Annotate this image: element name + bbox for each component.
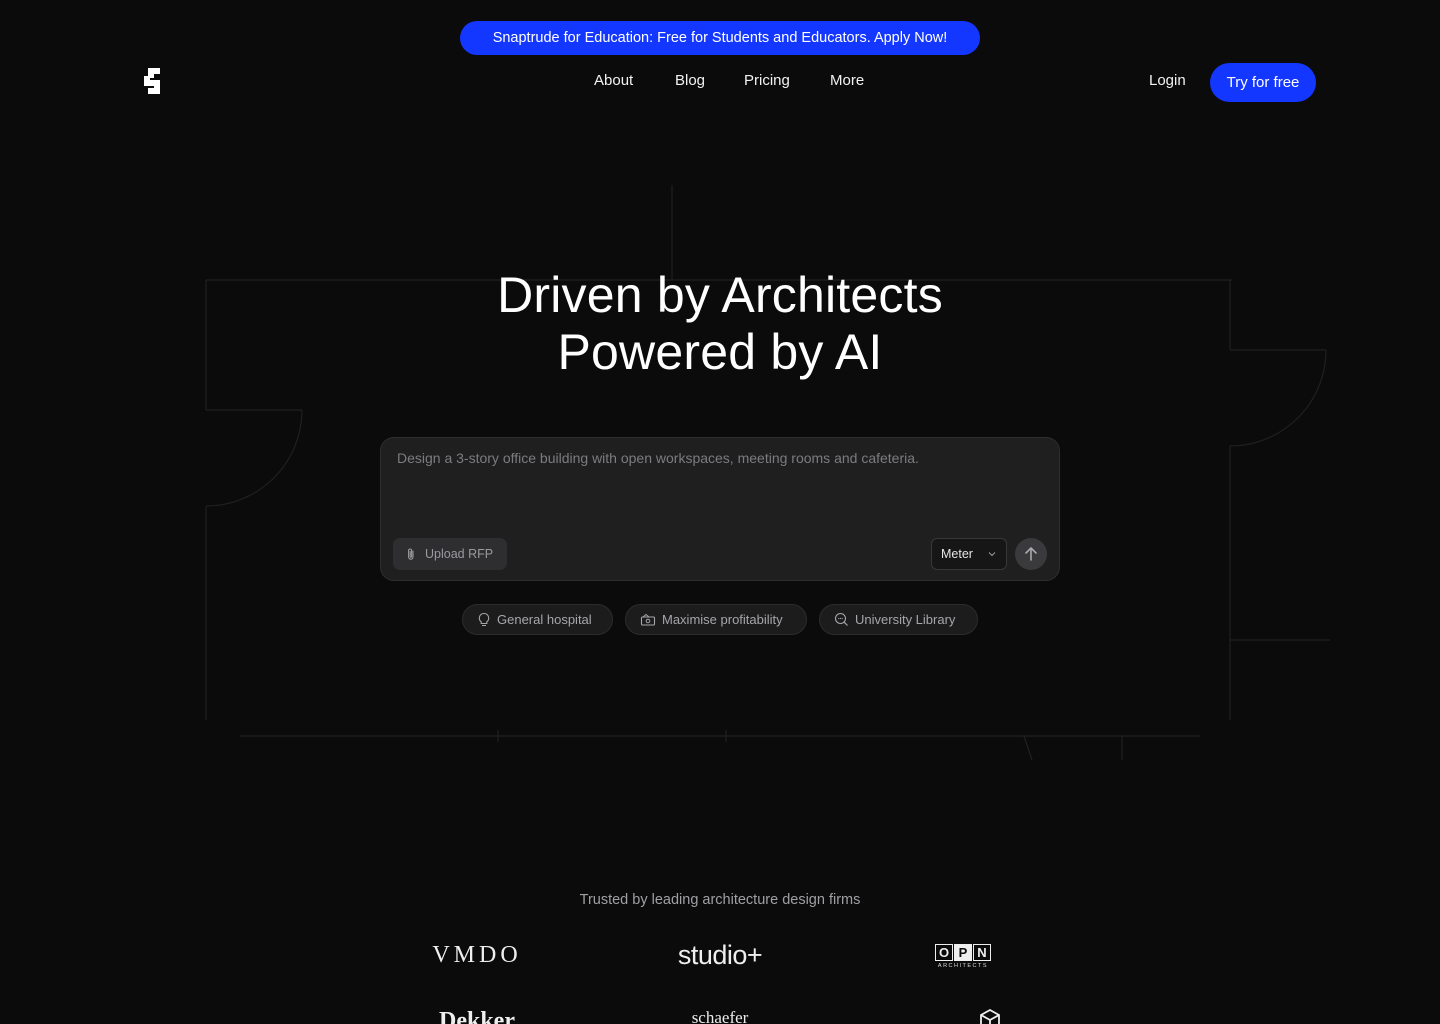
cube-icon bbox=[980, 1008, 1000, 1024]
studio-plus-logo: studio+ bbox=[677, 939, 763, 970]
paperclip-icon bbox=[408, 548, 414, 560]
nav-blog[interactable]: Blog bbox=[675, 72, 705, 89]
try-for-free-button[interactable]: Try for free bbox=[1210, 63, 1316, 102]
opn-letter-p: P bbox=[954, 943, 972, 961]
dekker-logo: Dekker bbox=[439, 1008, 515, 1024]
unit-value: Meter bbox=[941, 547, 973, 561]
nav-pricing[interactable]: Pricing bbox=[744, 72, 790, 89]
unit-select[interactable]: Meter bbox=[931, 538, 1007, 570]
prompt-input[interactable] bbox=[397, 450, 1037, 510]
opn-letter-o: O bbox=[935, 943, 953, 961]
arrow-up-icon bbox=[1025, 547, 1037, 561]
lightbulb-icon bbox=[478, 612, 490, 626]
chevron-down-icon bbox=[988, 552, 996, 557]
hero-title-line1: Driven by Architects bbox=[497, 267, 943, 323]
promo-text: Snaptrude for Education: Free for Studen… bbox=[492, 30, 948, 46]
schaefer-logo: schaefer bbox=[691, 1008, 749, 1024]
suggestion-chip-general-hospital[interactable]: General hospital bbox=[462, 604, 613, 635]
suggestion-chip-maximise-profitability[interactable]: Maximise profitability bbox=[625, 604, 807, 635]
education-promo-banner[interactable]: Snaptrude for Education: Free for Studen… bbox=[460, 21, 980, 55]
trusted-by-heading: Trusted by leading architecture design f… bbox=[579, 892, 861, 908]
nav-more[interactable]: More bbox=[830, 72, 864, 89]
search-icon bbox=[834, 612, 848, 626]
vmdo-logo: VMDO bbox=[432, 941, 522, 968]
nav-about[interactable]: About bbox=[594, 72, 633, 89]
send-button[interactable] bbox=[1015, 538, 1047, 570]
chip-label: Maximise profitability bbox=[662, 612, 783, 627]
upload-rfp-label: Upload RFP bbox=[425, 547, 494, 561]
upload-rfp-button[interactable]: Upload RFP bbox=[393, 538, 507, 570]
prompt-box: Upload RFP Meter bbox=[380, 437, 1060, 581]
cube-logo bbox=[976, 1008, 1004, 1024]
chip-label: University Library bbox=[855, 612, 956, 627]
try-for-free-label: Try for free bbox=[1226, 74, 1300, 91]
chip-label: General hospital bbox=[497, 612, 592, 627]
login-link[interactable]: Login bbox=[1149, 72, 1186, 89]
hero-title-line2: Powered by AI bbox=[557, 324, 883, 380]
opn-subtitle: ARCHITECTS bbox=[937, 962, 989, 969]
money-icon bbox=[640, 613, 656, 626]
suggestion-chip-university-library[interactable]: University Library bbox=[819, 604, 978, 635]
opn-letter-n: N bbox=[973, 943, 991, 961]
opn-architects-logo: O P N ARCHITECTS bbox=[930, 940, 996, 972]
